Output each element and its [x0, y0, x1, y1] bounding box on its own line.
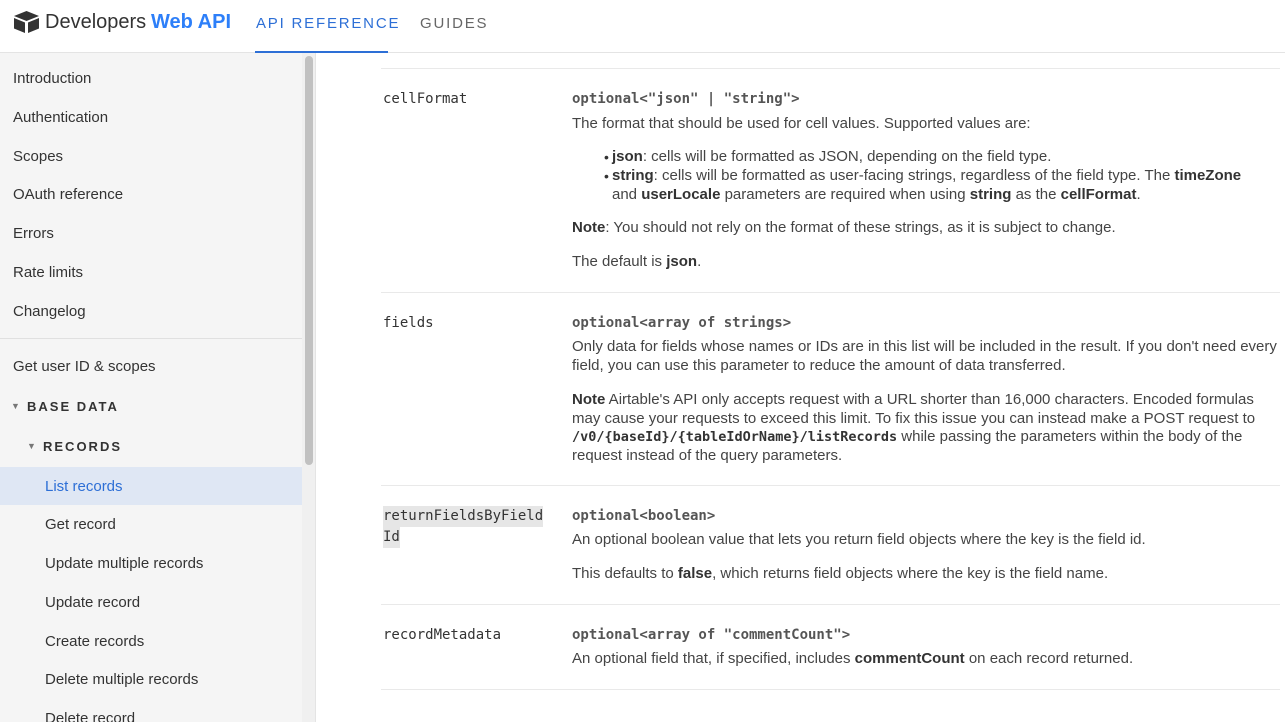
sidebar-item-label: Scopes [13, 148, 64, 165]
logo-web-api[interactable]: Web API [151, 11, 231, 34]
sidebar-item-label: Update record [45, 594, 141, 611]
sidebar-section-records[interactable]: RECORDS [43, 439, 122, 454]
sidebar-item-delete-multiple-records[interactable]: Delete multiple records [0, 671, 302, 695]
sidebar-item-update-record[interactable]: Update record [0, 594, 302, 618]
cellformat-note: Note: You should not rely on the format … [572, 219, 1116, 236]
sidebar-item-update-multiple-records[interactable]: Update multiple records [0, 555, 302, 579]
sidebar-item-delete-record[interactable]: Delete record [0, 710, 302, 722]
fields-note: Note Airtable's API only accepts request… [572, 391, 1256, 464]
sidebar-item-label: OAuth reference [13, 186, 124, 203]
row-divider [381, 68, 1280, 69]
sidebar-item-label: Rate limits [13, 264, 84, 281]
param-type-returnfieldsbyfieldid: optional<boolean> [572, 508, 716, 524]
triangle-down-icon[interactable]: ▼ [27, 441, 36, 451]
row-divider [381, 485, 1280, 486]
cellformat-bullet-json: json: cells will be formatted as JSON, d… [612, 148, 1052, 165]
sidebar-item-label: Get record [45, 516, 116, 533]
param-desc-returnfieldsbyfieldid: An optional boolean value that lets you … [572, 531, 1146, 548]
bullet-icon: • [604, 149, 609, 165]
sidebar-item-label: Changelog [13, 303, 86, 320]
sidebar-item-list-records[interactable]: List records [0, 467, 302, 505]
param-desc-fields: Only data for fields whose names or IDs … [572, 338, 1277, 374]
cube-logo-icon[interactable] [13, 10, 40, 34]
sidebar-item-label: Get user ID & scopes [13, 358, 156, 375]
sidebar-section-base-data[interactable]: BASE DATA [27, 399, 119, 414]
sidebar-item-errors[interactable]: Errors [0, 225, 302, 249]
top-header: Developers Web API API REFERENCE GUIDES [0, 0, 1285, 53]
logo-text[interactable]: Developers [45, 11, 146, 34]
param-name-recordmetadata: recordMetadata [383, 627, 502, 643]
triangle-down-icon[interactable]: ▼ [11, 401, 20, 411]
param-name-returnfieldsbyfieldid-cont: Id [383, 527, 400, 548]
tab-api-reference[interactable]: API REFERENCE [256, 15, 400, 32]
sidebar: Introduction Authentication Scopes OAuth… [0, 53, 316, 722]
param-desc-recordmetadata: An optional field that, if specified, in… [572, 650, 1134, 667]
sidebar-item-label: Authentication [13, 109, 109, 126]
row-divider [381, 604, 1280, 605]
sidebar-item-introduction[interactable]: Introduction [0, 70, 302, 94]
param-name-returnfieldsbyfieldid: returnFieldsByField [383, 506, 544, 527]
bullet-icon: • [604, 168, 609, 184]
sidebar-item-changelog[interactable]: Changelog [0, 303, 302, 327]
cellformat-bullet-string: string: cells will be formatted as user-… [612, 167, 1242, 203]
param-name-cellformat: cellFormat [383, 91, 468, 107]
param-type-recordmetadata: optional<array of "commentCount"> [572, 627, 851, 643]
sidebar-scrollbar-thumb[interactable] [305, 56, 313, 465]
sidebar-item-get-user-id[interactable]: Get user ID & scopes [0, 358, 302, 382]
sidebar-item-label: Errors [13, 225, 54, 242]
sidebar-item-label: Delete record [45, 710, 136, 722]
sidebar-item-label: Update multiple records [45, 555, 204, 572]
param-desc-cellformat: The format that should be used for cell … [572, 115, 1031, 132]
cellformat-default: The default is json. [572, 253, 702, 270]
sidebar-item-oauth-reference[interactable]: OAuth reference [0, 186, 302, 210]
sidebar-item-create-records[interactable]: Create records [0, 633, 302, 657]
sidebar-item-label: Delete multiple records [45, 671, 199, 688]
param-type-cellformat: optional<"json" | "string"> [572, 91, 800, 107]
row-divider [381, 689, 1280, 690]
sidebar-item-label: List records [45, 478, 123, 495]
sidebar-item-rate-limits[interactable]: Rate limits [0, 264, 302, 288]
sidebar-item-get-record[interactable]: Get record [0, 516, 302, 540]
param-name-fields: fields [383, 315, 434, 331]
returnfieldsbyfieldid-default: This defaults to false, which returns fi… [572, 565, 1109, 582]
sidebar-item-scopes[interactable]: Scopes [0, 148, 302, 172]
sidebar-item-label: Create records [45, 633, 145, 650]
sidebar-item-authentication[interactable]: Authentication [0, 109, 302, 133]
sidebar-item-label: Introduction [13, 70, 92, 87]
sidebar-divider [0, 338, 302, 339]
tab-guides[interactable]: GUIDES [420, 15, 488, 32]
row-divider [381, 292, 1280, 293]
param-type-fields: optional<array of strings> [572, 315, 792, 331]
